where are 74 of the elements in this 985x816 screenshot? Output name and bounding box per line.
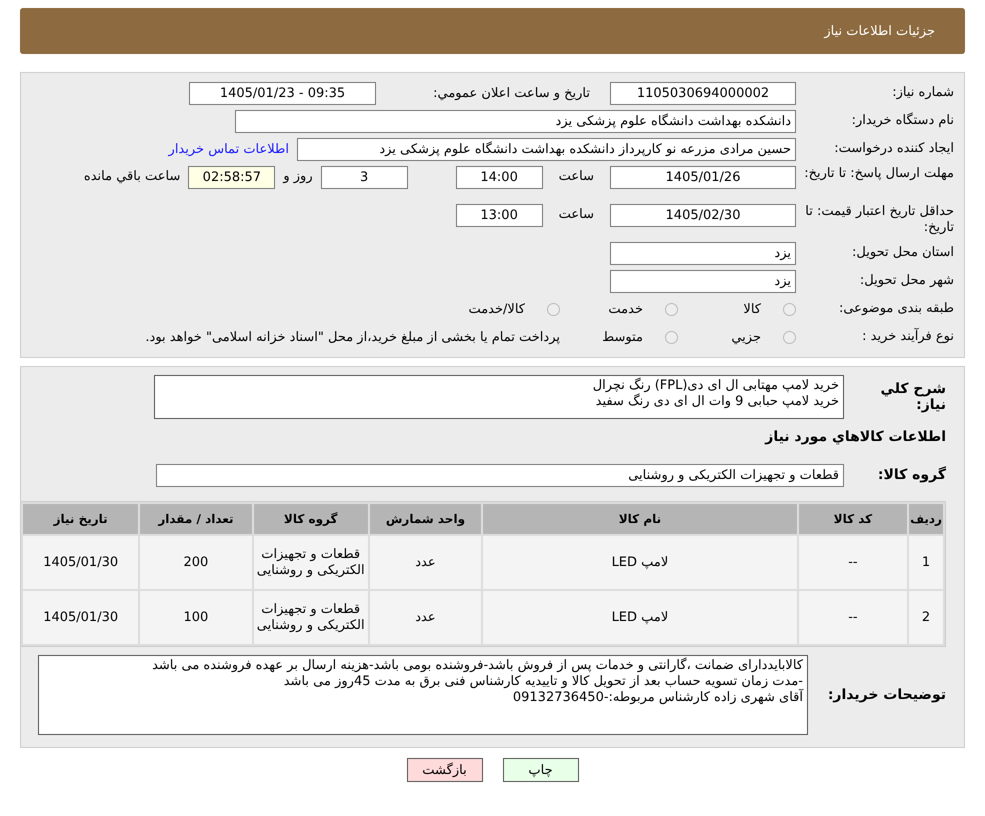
field-label: استان محل تحویل:	[851, 245, 954, 261]
column-header: گروه کالا	[254, 504, 368, 534]
field-label: نام دستگاه خريدار:	[850, 113, 954, 129]
column-header: تاريخ نياز	[23, 504, 138, 534]
payment-note: پرداخت تمام یا بخشی از مبلغ خرید،از محل "اسناد خزانه اسلامی" خواهد بود.	[145, 330, 560, 344]
summary-label: شرح کلي نياز:	[880, 381, 946, 413]
buyer-org-field: دانشکده بهداشت دانشگاه علوم پزشکی یزد	[235, 110, 796, 132]
buyer-notes-label: توضیحات خریدار:	[826, 687, 946, 703]
print-button[interactable]: چاپ	[502, 758, 578, 782]
goods-group-field: قطعات و تجهیزات الکتریکی و روشنایی	[156, 464, 844, 486]
field-label: حداقل تاریخ اعتبار قیمت: تا تاریخ:	[804, 204, 954, 236]
table-cell: عدد	[370, 536, 482, 589]
table-cell: 1405/01/30	[23, 536, 138, 589]
summary-line: خرید لامپ مهتابی ال ای دی(FPL) رنگ نچرال	[592, 378, 839, 394]
time-label: ساعت	[558, 207, 594, 222]
table-cell: لامپ LED	[483, 536, 797, 589]
radio-label: جزيي	[731, 330, 761, 344]
back-button[interactable]: بازگشت	[406, 758, 482, 782]
note-line: آقای شهری زاده کارشناس مربوطه:-09132736450	[512, 690, 803, 706]
field-label: مهلت ارسال پاسخ: تا تاریخ:	[804, 166, 954, 182]
field-label: شماره نیاز:	[891, 85, 954, 101]
radio-button[interactable]	[547, 302, 560, 316]
time-field: 13:00	[456, 204, 543, 227]
remaining-label: ساعت باقي مانده	[84, 169, 180, 184]
field-label: ایجاد کننده درخواست:	[833, 141, 954, 157]
radio-button[interactable]	[783, 302, 796, 316]
note-line: -مدت زمان تسویه حساب بعد از تحویل کالا و تاییدیه کارشناس فنی برق به مدت 45روز می باشد	[282, 674, 803, 689]
column-header: رديف	[909, 504, 943, 534]
radio-label: خدمت	[608, 302, 643, 316]
goods-group-label: گروه کالا:	[876, 467, 946, 483]
announce-date-field: 1405/01/23 - 09:35	[189, 82, 376, 104]
field-label: نوع فرآیند خرید :	[861, 329, 954, 345]
summary-line: خرید لامپ حبابی 9 وات ال ای دی رنگ سفید	[594, 394, 839, 410]
buyer-notes-textarea[interactable]	[38, 655, 808, 735]
province-field: یزد	[610, 242, 796, 264]
table-cell: 200	[140, 536, 252, 589]
remaining-time-field: 02:58:57	[188, 166, 276, 189]
city-field: یزد	[610, 270, 796, 292]
field-label: طبقه بندی موضوعی:	[838, 301, 954, 317]
column-header: تعداد / مقدار	[140, 504, 252, 534]
summary-textarea[interactable]: خرید لامپ مهتابی ال ای دی(FPL) رنگ نچرال خرید لامپ حبابی 9 وات ال ای دی رنگ سفید	[154, 375, 844, 419]
table-cell: لامپ LED	[483, 591, 797, 644]
table-cell: --	[798, 591, 908, 644]
radio-button[interactable]	[783, 330, 796, 344]
radio-button[interactable]	[665, 302, 678, 316]
note-line: کالابایددارای ضمانت ،گارانتی و خدمات پس از فروش باشد-فروشنده بومی باشد-هزینه ارسال بر عهده فروشنده می باشد	[151, 658, 803, 674]
table-cell: قطعات و تجهیزات الکتریکی و روشنایی	[254, 536, 368, 589]
table-cell: عدد	[370, 591, 482, 644]
radio-label: متوسط	[602, 330, 643, 344]
radio-label: کالا/خدمت	[468, 302, 525, 316]
buyer-contact-link[interactable]: اطلاعات تماس خریدار	[168, 142, 289, 156]
days-field: 3	[320, 166, 408, 189]
days-label: روز و	[283, 169, 313, 184]
need-number-field: 1105030694000002	[610, 82, 796, 104]
column-header: واحد شمارش	[370, 504, 482, 534]
table-cell: 1405/01/30	[23, 591, 138, 644]
radio-label: کالا	[743, 302, 761, 316]
radio-button[interactable]	[665, 330, 678, 344]
column-header: نام کالا	[483, 504, 797, 534]
table-cell: 100	[140, 591, 252, 644]
time-field: 14:00	[456, 166, 543, 189]
field-label: تاريخ و ساعت اعلان عمومي:	[432, 86, 590, 100]
table-cell: 2	[909, 591, 943, 644]
table-cell: 1	[909, 536, 943, 589]
table-cell: قطعات و تجهیزات الکتریکی و روشنایی	[254, 591, 368, 644]
field-label: شهر محل تحویل:	[858, 273, 954, 289]
table-cell: --	[798, 536, 908, 589]
date-field: 1405/01/26	[610, 166, 796, 189]
column-header: کد کالا	[798, 504, 908, 534]
section-title: اطلاعات کالاهاي مورد نياز	[764, 429, 946, 445]
time-label: ساعت	[558, 169, 594, 184]
date-field: 1405/02/30	[610, 204, 796, 227]
requester-field: حسین مرادی مزرعه نو کارپرداز دانشکده بهداشت دانشگاه علوم پزشکی یزد	[297, 138, 796, 160]
page-title: جزئیات اطلاعات نیاز	[824, 24, 935, 38]
